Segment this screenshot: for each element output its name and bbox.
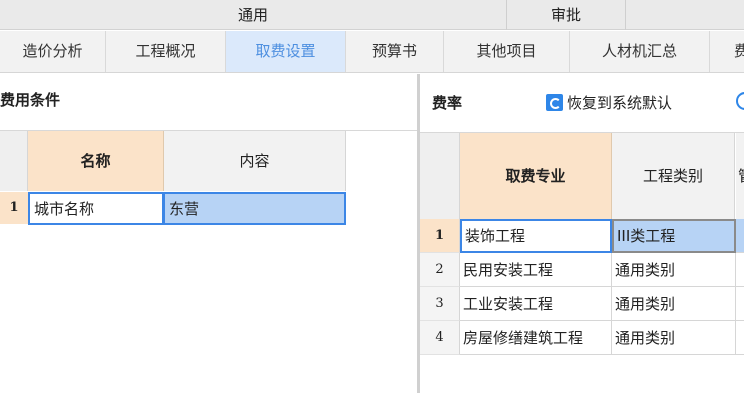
grid-corner	[0, 131, 28, 191]
cell-project-type[interactable]: 通用类别	[612, 253, 736, 287]
table-row[interactable]: 3 工业安装工程 通用类别	[420, 287, 744, 321]
tab-labor-material-summary[interactable]: 人材机汇总	[570, 31, 710, 72]
cell-truncated[interactable]	[736, 287, 744, 321]
cell-fee-major[interactable]: 民用安装工程	[460, 253, 612, 287]
tab-project-overview[interactable]: 工程概况	[106, 31, 226, 72]
cell-truncated[interactable]	[736, 321, 744, 355]
cell-project-type[interactable]: III类工程	[612, 219, 736, 253]
restore-default-label: 恢复到系统默认	[567, 94, 673, 112]
column-header-content[interactable]: 内容	[164, 131, 346, 191]
fee-settings-window: 通用 审批 造价分析 工程概况 取费设置 预算书 其他项目 人材机汇总 费 费用…	[0, 0, 744, 393]
cell-truncated[interactable]	[736, 253, 744, 287]
group-header-bar: 通用 审批	[0, 0, 744, 30]
cell-city-name[interactable]: 城市名称	[28, 192, 164, 225]
tab-cost-analysis[interactable]: 造价分析	[0, 31, 106, 72]
row-number[interactable]: 1	[420, 219, 460, 253]
cell-fee-major[interactable]: 房屋修缮建筑工程	[460, 321, 612, 355]
tab-other-items[interactable]: 其他项目	[444, 31, 570, 72]
cell-project-type[interactable]: 通用类别	[612, 321, 736, 355]
group-general: 通用	[237, 6, 268, 24]
cell-fee-major[interactable]: 工业安装工程	[460, 287, 612, 321]
info-icon[interactable]	[736, 92, 744, 110]
fee-rate-title: 费率	[432, 94, 463, 112]
group-review: 审批	[550, 6, 581, 24]
table-row[interactable]: 4 房屋修缮建筑工程 通用类别	[420, 321, 744, 355]
column-header-truncated[interactable]: 管	[736, 133, 744, 219]
row-number[interactable]: 2	[420, 253, 460, 287]
column-header-name[interactable]: 名称	[28, 131, 164, 191]
cell-truncated[interactable]	[736, 219, 744, 253]
fee-conditions-title: 费用条件	[0, 91, 61, 109]
group-divider	[625, 0, 626, 30]
row-number[interactable]: 4	[420, 321, 460, 355]
column-header-fee-major[interactable]: 取费专业	[460, 133, 612, 219]
tab-fee-truncated[interactable]: 费	[710, 31, 744, 72]
column-header-project-type[interactable]: 工程类别	[612, 133, 735, 219]
table-row[interactable]: 1 装饰工程 III类工程	[420, 219, 744, 253]
table-row[interactable]: 2 民用安装工程 通用类别	[420, 253, 744, 287]
restore-icon	[546, 94, 563, 111]
row-number[interactable]: 1	[0, 192, 28, 224]
tab-bar: 造价分析 工程概况 取费设置 预算书 其他项目 人材机汇总 费	[0, 31, 744, 73]
grid-corner	[420, 133, 460, 219]
restore-default-button[interactable]: 恢复到系统默认	[546, 92, 672, 113]
tab-fee-settings[interactable]: 取费设置	[226, 31, 346, 72]
tab-budget-book[interactable]: 预算书	[346, 31, 444, 72]
cell-fee-major[interactable]: 装饰工程	[460, 219, 612, 253]
cell-project-type[interactable]: 通用类别	[612, 287, 736, 321]
cell-city-value[interactable]: 东营	[163, 192, 346, 225]
row-number[interactable]: 3	[420, 287, 460, 321]
